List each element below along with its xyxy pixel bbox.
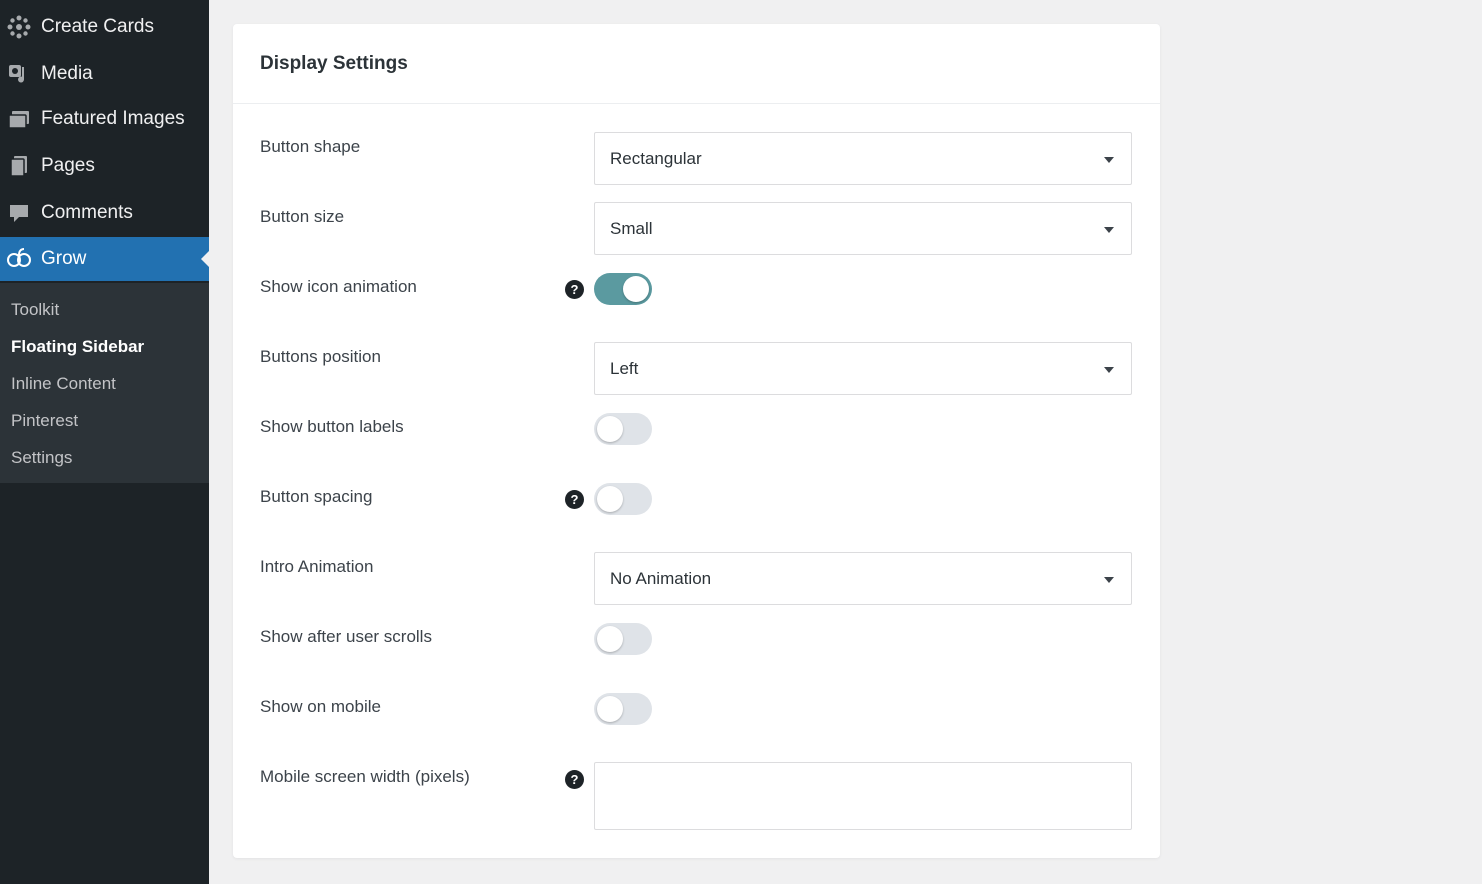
menu-item-media[interactable]: Media bbox=[0, 52, 209, 96]
show-icon-animation-toggle[interactable] bbox=[594, 273, 652, 305]
chevron-down-icon bbox=[1104, 227, 1114, 233]
menu-item-comments[interactable]: Comments bbox=[0, 191, 209, 235]
submenu-item-floating-sidebar[interactable]: Floating Sidebar bbox=[11, 337, 144, 357]
images-icon bbox=[2, 106, 36, 132]
setting-label: Show icon animation bbox=[260, 277, 417, 296]
select-value: Rectangular bbox=[610, 148, 702, 168]
menu-label: Grow bbox=[41, 248, 87, 269]
menu-label: Pages bbox=[41, 155, 95, 176]
chevron-down-icon bbox=[1104, 577, 1114, 583]
panel-title: Display Settings bbox=[260, 52, 408, 74]
setting-row-show-button-labels: Show button labels bbox=[233, 413, 1160, 470]
setting-label: Button spacing bbox=[260, 487, 373, 506]
media-icon bbox=[2, 61, 36, 87]
grow-icon bbox=[2, 246, 36, 272]
setting-row-intro-animation: Intro Animation No Animation bbox=[233, 552, 1160, 610]
menu-item-featured-images[interactable]: Featured Images bbox=[0, 97, 209, 141]
setting-label: Show after user scrolls bbox=[260, 627, 432, 646]
chevron-down-icon bbox=[1104, 367, 1114, 373]
help-icon[interactable]: ? bbox=[565, 770, 584, 789]
toggle-knob bbox=[597, 626, 623, 652]
toggle-knob bbox=[597, 486, 623, 512]
buttons-position-select[interactable]: Left bbox=[594, 342, 1132, 395]
menu-item-create-cards[interactable]: Create Cards bbox=[0, 5, 209, 49]
active-indicator bbox=[201, 251, 209, 267]
show-after-scroll-toggle[interactable] bbox=[594, 623, 652, 655]
menu-item-pages[interactable]: Pages bbox=[0, 144, 209, 188]
button-size-select[interactable]: Small bbox=[594, 202, 1132, 255]
gear-burst-icon bbox=[2, 14, 36, 40]
setting-label: Show button labels bbox=[260, 417, 404, 436]
setting-label: Buttons position bbox=[260, 347, 381, 366]
intro-animation-select[interactable]: No Animation bbox=[594, 552, 1132, 605]
toggle-knob bbox=[597, 696, 623, 722]
setting-row-show-icon-animation: Show icon animation ? bbox=[233, 273, 1160, 330]
help-icon[interactable]: ? bbox=[565, 280, 584, 299]
submenu-item-pinterest[interactable]: Pinterest bbox=[11, 411, 78, 431]
button-shape-select[interactable]: Rectangular bbox=[594, 132, 1132, 185]
toggle-knob bbox=[597, 416, 623, 442]
setting-row-buttons-position: Buttons position Left bbox=[233, 342, 1160, 400]
setting-row-button-spacing: Button spacing ? bbox=[233, 483, 1160, 540]
display-settings-panel: Display Settings Button shape Rectangula… bbox=[233, 24, 1160, 858]
chevron-down-icon bbox=[1104, 157, 1114, 163]
setting-label: Mobile screen width (pixels) bbox=[260, 767, 470, 786]
help-icon[interactable]: ? bbox=[565, 490, 584, 509]
show-button-labels-toggle[interactable] bbox=[594, 413, 652, 445]
menu-label: Featured Images bbox=[41, 108, 185, 129]
setting-row-button-size: Button size Small bbox=[233, 202, 1160, 260]
menu-label: Media bbox=[41, 63, 93, 84]
setting-row-button-shape: Button shape Rectangular bbox=[233, 132, 1160, 190]
setting-label: Show on mobile bbox=[260, 697, 381, 716]
panel-header: Display Settings bbox=[233, 24, 1160, 104]
setting-row-mobile-width: Mobile screen width (pixels) ? bbox=[233, 762, 1160, 844]
admin-sidebar: Create Cards Media Featured Images Pages… bbox=[0, 0, 209, 884]
setting-label: Button shape bbox=[260, 137, 361, 156]
submenu-item-toolkit[interactable]: Toolkit bbox=[11, 300, 59, 320]
show-on-mobile-toggle[interactable] bbox=[594, 693, 652, 725]
button-spacing-toggle[interactable] bbox=[594, 483, 652, 515]
setting-row-show-on-mobile: Show on mobile bbox=[233, 693, 1160, 750]
comment-icon bbox=[2, 200, 36, 226]
grow-submenu: Toolkit Floating Sidebar Inline Content … bbox=[0, 283, 209, 483]
setting-label: Intro Animation bbox=[260, 557, 374, 576]
menu-item-grow[interactable]: Grow bbox=[0, 237, 209, 281]
setting-row-show-after-scroll: Show after user scrolls bbox=[233, 623, 1160, 680]
toggle-knob bbox=[623, 276, 649, 302]
submenu-item-inline-content[interactable]: Inline Content bbox=[11, 374, 116, 394]
select-value: Small bbox=[610, 218, 653, 238]
select-value: No Animation bbox=[610, 568, 712, 588]
menu-label: Create Cards bbox=[41, 16, 154, 37]
menu-label: Comments bbox=[41, 202, 133, 223]
submenu-item-settings[interactable]: Settings bbox=[11, 448, 72, 468]
pages-icon bbox=[2, 153, 36, 179]
mobile-width-input[interactable] bbox=[594, 762, 1132, 830]
setting-label: Button size bbox=[260, 207, 345, 226]
select-value: Left bbox=[610, 358, 639, 378]
